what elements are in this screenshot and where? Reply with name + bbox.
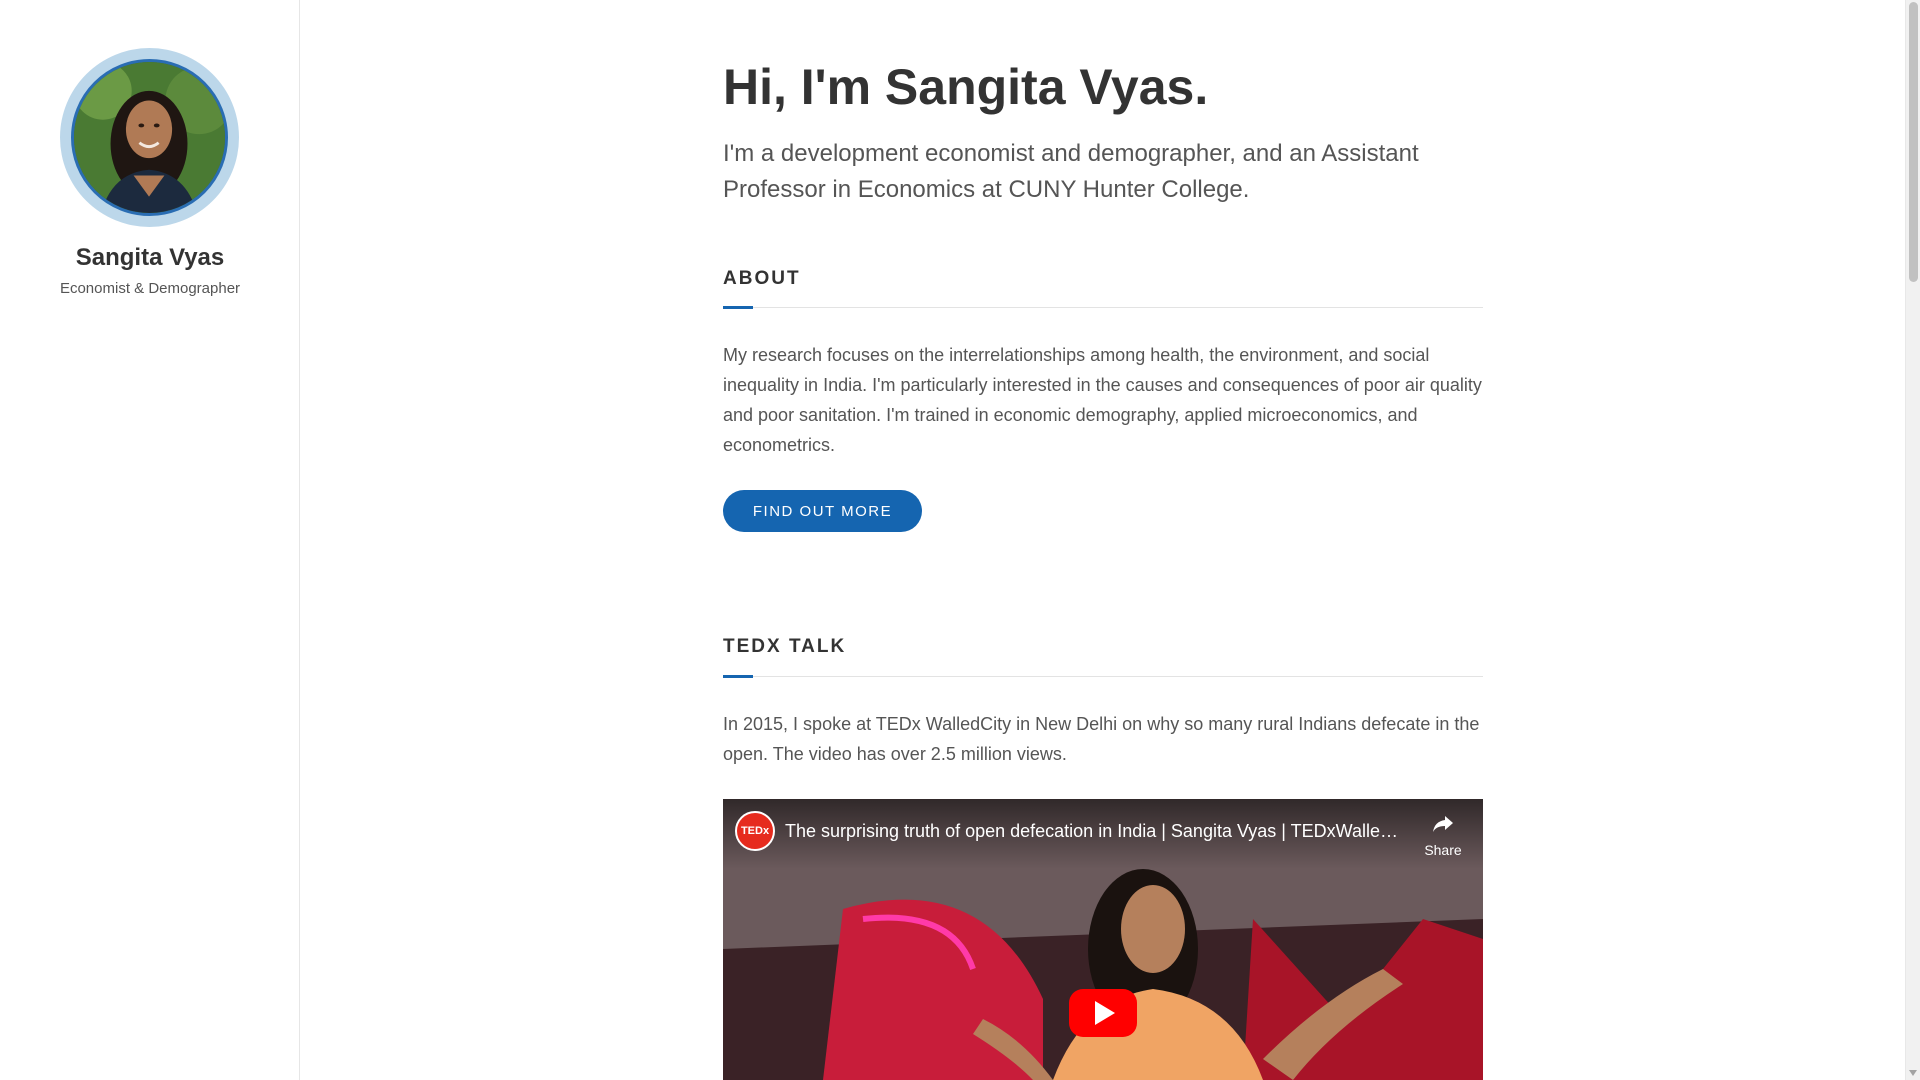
tedx-heading: TEDX TALK <box>723 636 847 657</box>
tedx-divider-accent <box>723 675 753 678</box>
about-divider <box>723 306 1483 309</box>
play-button[interactable] <box>1069 989 1137 1037</box>
tedx-text: In 2015, I spoke at TEDx WalledCity in N… <box>723 714 1480 764</box>
hero-lead: I'm a development economist and demograp… <box>723 140 1419 203</box>
tedx-channel-logo[interactable]: TEDx <box>735 811 775 851</box>
video-title[interactable]: The surprising truth of open defecation … <box>785 821 1405 842</box>
sidebar-name: Sangita Vyas <box>75 244 225 271</box>
share-label: Share <box>1424 842 1462 858</box>
tedx-divider <box>723 675 1483 678</box>
scrollbar-thumb[interactable] <box>1909 2 1918 282</box>
scroll-down-arrow-icon[interactable] <box>1909 1070 1917 1076</box>
avatar-ring <box>60 48 239 227</box>
page-title: Hi, I'm Sangita Vyas. <box>723 59 1209 115</box>
share-icon <box>1433 816 1453 832</box>
sidebar: Sangita Vyas Economist & Demographer <box>0 0 300 1080</box>
avatar[interactable] <box>71 59 228 216</box>
about-divider-accent <box>723 306 753 309</box>
find-out-more-button[interactable]: FIND OUT MORE <box>723 490 922 532</box>
about-heading: ABOUT <box>723 268 801 289</box>
play-icon <box>1095 1001 1115 1025</box>
about-text: My research focuses on the interrelation… <box>723 345 1482 455</box>
avatar-image <box>74 62 225 213</box>
video-embed[interactable]: TEDx The surprising truth of open defeca… <box>723 799 1483 1080</box>
share-button[interactable]: Share <box>1415 811 1471 858</box>
sidebar-subtitle: Economist & Demographer <box>59 280 241 297</box>
page-scrollbar[interactable] <box>1905 0 1920 1080</box>
